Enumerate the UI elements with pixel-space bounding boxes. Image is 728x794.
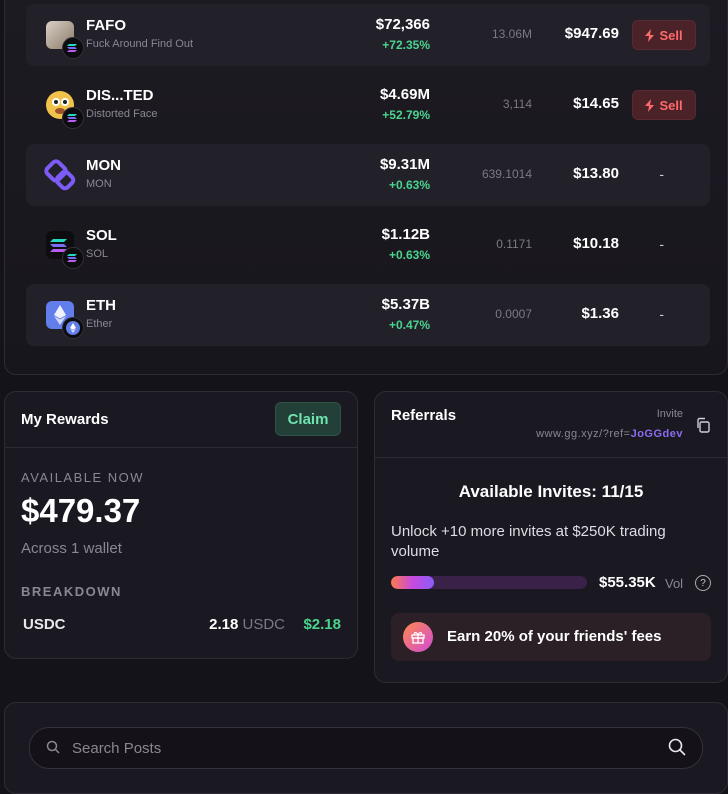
token-change: +0.63% (388, 248, 430, 262)
volume-progress-fill (391, 576, 435, 589)
available-subtitle: Across 1 wallet (21, 540, 122, 557)
token-value: $947.69 (564, 25, 619, 42)
token-market-cap: $1.12B (381, 226, 430, 243)
volume-progress-bar (391, 576, 587, 589)
referrals-header: Referrals Invite www.gg.xyz/?ref=JoGGdev (375, 392, 727, 458)
breakdown-amount-value: 2.18 (209, 616, 239, 633)
token-name: MON (86, 178, 112, 190)
breakdown-unit: USDC (242, 616, 285, 633)
token-name: Distorted Face (86, 108, 158, 120)
no-action: - (659, 166, 664, 182)
search-box[interactable] (29, 727, 703, 769)
earn-fees-text: Earn 20% of your friends' fees (447, 628, 662, 645)
ethereum-icon (62, 317, 84, 339)
token-amount: 3,114 (502, 97, 532, 111)
eth-token-icon (46, 301, 84, 339)
volume-unit: Vol (665, 576, 684, 591)
invite-code: JoGGdev (630, 428, 683, 440)
copy-icon[interactable] (695, 417, 711, 433)
fafo-token-icon (46, 21, 84, 59)
token-value: $1.36 (581, 305, 619, 322)
referrals-title: Referrals (391, 407, 457, 424)
token-market-cap: $4.69M (379, 86, 430, 103)
available-invites: Available Invites: 11/15 (458, 482, 644, 501)
token-change: +72.35% (382, 38, 430, 52)
rewards-panel: My Rewards Claim AVAILABLE NOW $479.37 A… (4, 391, 358, 659)
token-amount: 639.1014 (481, 167, 532, 181)
sell-button[interactable]: Sell (632, 20, 696, 50)
breakdown-usd: $2.18 (303, 616, 341, 633)
token-value: $10.18 (573, 235, 619, 252)
invite-label: Invite (656, 408, 683, 420)
available-amount: $479.37 (21, 492, 141, 529)
token-change: +0.47% (388, 318, 430, 332)
breakdown-label: BREAKDOWN (21, 584, 122, 599)
token-symbol: FAFO (86, 17, 126, 34)
volume-value: $55.35K (599, 574, 656, 591)
search-input[interactable] (70, 728, 634, 768)
token-symbol: SOL (86, 227, 117, 244)
holding-row[interactable]: MON MON $9.31M +0.63% 639.1014 $13.80 - (26, 144, 710, 206)
no-action: - (659, 236, 664, 252)
token-name: Ether (86, 318, 113, 330)
token-market-cap: $5.37B (381, 296, 430, 313)
breakdown-token: USDC (23, 616, 66, 633)
token-market-cap: $9.31M (379, 156, 430, 173)
sell-label: Sell (659, 27, 683, 43)
earn-fees-banner[interactable]: Earn 20% of your friends' fees (391, 613, 711, 661)
holdings-panel: FAFO Fuck Around Find Out $72,366 +72.35% 13… (4, 0, 728, 375)
sell-label: Sell (659, 97, 683, 113)
token-name: Fuck Around Find Out (86, 38, 193, 50)
mon-token-icon (44, 159, 76, 191)
breakdown-amount: 2.18 USDC (209, 616, 285, 633)
holding-row[interactable]: ETH Ether $5.37B +0.47% 0.0007 $1.36 - (26, 284, 710, 346)
holding-row[interactable]: DIS...TED Distorted Face $4.69M +52.79% 3,11… (26, 74, 710, 136)
invite-link-prefix: www.gg.xyz/?ref= (536, 428, 631, 440)
solana-icon (62, 107, 84, 129)
invite-link[interactable]: www.gg.xyz/?ref=JoGGdev (536, 428, 683, 440)
claim-button[interactable]: Claim (275, 402, 341, 436)
token-amount: 0.1171 (496, 237, 532, 251)
token-change: +52.79% (382, 108, 430, 122)
unlock-text: Unlock +10 more invites at $250K trading… (391, 523, 666, 560)
available-now-label: AVAILABLE NOW (21, 470, 145, 485)
holding-row[interactable]: FAFO Fuck Around Find Out $72,366 +72.35% 13… (26, 4, 710, 66)
token-market-cap: $72,366 (375, 16, 430, 33)
rewards-title: My Rewards (21, 411, 109, 428)
sol-token-icon (46, 231, 84, 269)
search-panel (4, 702, 728, 794)
distorted-face-token-icon (46, 91, 84, 129)
token-value: $13.80 (573, 165, 619, 182)
search-icon (46, 740, 60, 754)
lightning-icon (645, 28, 655, 42)
gift-icon (403, 622, 433, 652)
help-icon[interactable]: ? (695, 575, 711, 591)
solana-icon (62, 247, 84, 269)
referrals-panel: Referrals Invite www.gg.xyz/?ref=JoGGdev… (374, 391, 728, 683)
solana-icon (62, 37, 84, 59)
token-symbol: MON (86, 157, 121, 174)
token-symbol: ETH (86, 297, 116, 314)
lightning-icon (645, 98, 655, 112)
token-value: $14.65 (573, 95, 619, 112)
token-name: SOL (86, 248, 109, 260)
token-amount: 13.06M (491, 27, 532, 41)
token-amount: 0.0007 (495, 307, 532, 321)
search-submit-icon[interactable] (668, 738, 686, 756)
rewards-header: My Rewards Claim (5, 392, 357, 448)
no-action: - (659, 306, 664, 322)
sell-button[interactable]: Sell (632, 90, 696, 120)
token-change: +0.63% (388, 178, 430, 192)
token-symbol: DIS...TED (86, 87, 154, 104)
holding-row[interactable]: SOL SOL $1.12B +0.63% 0.1171 $10.18 - (26, 214, 710, 276)
